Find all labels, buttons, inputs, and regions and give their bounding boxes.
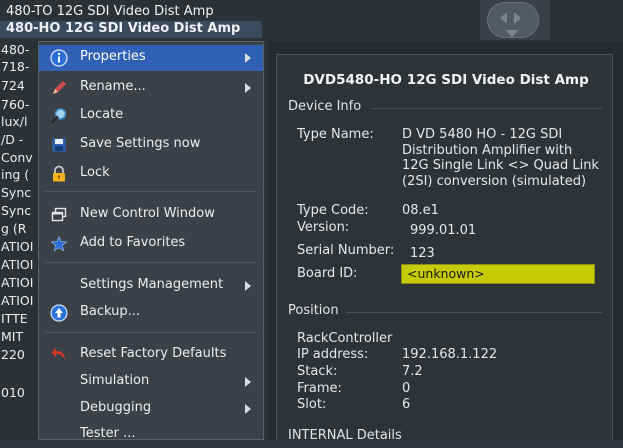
tree-row-stub[interactable]: 010 (1, 384, 37, 401)
submenu-arrow-icon (245, 377, 251, 387)
tree-row-stub[interactable]: 718- (1, 58, 37, 75)
tree-row-selected[interactable]: 480-HO 12G SDI Video Dist Amp (0, 21, 262, 38)
ip-address-label: IP address: (297, 347, 369, 362)
type-name-value: D VD 5480 HO - 12G SDI Distribution Ampl… (402, 127, 599, 189)
tree-row-stub[interactable]: ATIOI (1, 292, 37, 309)
tree-row-stub[interactable]: lux/l (1, 113, 37, 130)
submenu-arrow-icon (245, 53, 251, 63)
submenu-arrow-icon (245, 83, 251, 93)
menu-item-label: Simulation (80, 373, 150, 388)
position-header: Position (288, 303, 339, 318)
menu-item-label: New Control Window (80, 206, 215, 221)
controller-label: RackController (297, 331, 393, 346)
type-code-label: Type Code: (297, 203, 369, 218)
frame-value: 0 (402, 381, 411, 396)
menu-item-label: Backup... (80, 304, 141, 319)
type-code-value: 08.e1 (402, 203, 439, 218)
tree-row-stub[interactable]: ing ( (1, 166, 37, 183)
menu-item-add-to-favorites[interactable]: Add to Favorites (39, 231, 263, 257)
menu-item-rename[interactable]: Rename... (39, 75, 263, 101)
context-menu: Properties Rename... Locate Save Setting… (38, 41, 264, 441)
menu-item-settings-management[interactable]: Settings Management (39, 273, 263, 299)
menu-item-label: Reset Factory Defaults (80, 346, 227, 361)
panel-title: DVD5480-HO 12G SDI Video Dist Amp (303, 72, 589, 88)
stack-value: 7.2 (402, 364, 423, 379)
section-divider (372, 108, 602, 109)
nav-left-icon[interactable] (500, 12, 507, 24)
nav-down-icon[interactable] (505, 30, 519, 37)
frame-label: Frame: (297, 381, 342, 396)
type-name-label: Type Name: (297, 127, 374, 142)
board-id-label: Board ID: (297, 266, 358, 281)
slot-label: Slot: (297, 397, 327, 412)
star-icon (50, 235, 68, 252)
menu-separator (45, 332, 257, 333)
info-icon (50, 49, 68, 67)
menu-item-label: Debugging (80, 400, 152, 415)
section-divider (346, 312, 602, 313)
tree-row-stub[interactable]: g (R (1, 220, 37, 237)
tree-row-stub[interactable]: Sync (1, 184, 37, 201)
tree-row-stub[interactable]: 760- (1, 96, 37, 113)
menu-item-debugging[interactable]: Debugging (39, 396, 263, 422)
menu-item-label: Settings Management (80, 277, 224, 292)
padlock-icon (53, 165, 65, 182)
tree-row-stub[interactable]: Conv (1, 149, 37, 166)
menu-item-new-control-window[interactable]: New Control Window (39, 202, 263, 228)
stack-label: Stack: (297, 364, 338, 379)
menu-separator (45, 191, 257, 192)
reset-arrow-icon (51, 348, 65, 360)
menu-item-reset-factory-defaults[interactable]: Reset Factory Defaults (39, 342, 263, 368)
menu-item-tester[interactable]: Tester ... (39, 422, 263, 448)
tree-row-stub[interactable]: MIT (1, 328, 37, 345)
menu-item-label: Add to Favorites (80, 235, 186, 250)
tree-row-stub[interactable]: /D - (1, 131, 37, 148)
serial-number-label: Serial Number: (297, 243, 395, 258)
tree-row-stub[interactable]: 480- (1, 41, 37, 58)
tree-row-stub[interactable]: ITTE (1, 310, 37, 327)
internal-details-header: INTERNAL Details (288, 428, 402, 443)
backup-icon (50, 304, 68, 322)
tree-row-stub[interactable]: 220 (1, 346, 37, 363)
tree-row-stub[interactable]: 724 (1, 77, 37, 94)
version-value: 999.01.01 (410, 223, 477, 238)
tree-row-stub[interactable]: ATIOI (1, 256, 37, 273)
tree-row-stub[interactable]: ATIOI (1, 274, 37, 291)
menu-item-label: Save Settings now (80, 136, 201, 151)
menu-item-lock[interactable]: Lock (39, 161, 263, 187)
menu-separator (45, 262, 257, 263)
menu-item-locate[interactable]: Locate (39, 103, 263, 129)
menu-item-save-settings[interactable]: Save Settings now (39, 132, 263, 158)
menu-item-backup[interactable]: Backup... (39, 300, 263, 326)
tree-row-stub[interactable]: ATIOI (1, 238, 37, 255)
serial-number-value: 123 (410, 246, 435, 261)
nav-right-icon[interactable] (514, 12, 521, 24)
menu-item-label: Properties (80, 49, 146, 64)
board-id-value: <unknown> (407, 266, 485, 281)
menu-item-label: Rename... (80, 79, 146, 94)
menu-item-label: Tester ... (80, 426, 136, 441)
menu-item-properties[interactable]: Properties (39, 45, 263, 71)
submenu-arrow-icon (245, 404, 251, 414)
menu-item-label: Lock (80, 165, 110, 180)
pencil-icon (53, 81, 66, 94)
new-window-icon (51, 207, 67, 222)
menu-item-label: Locate (80, 107, 124, 122)
floppy-disk-icon (52, 138, 66, 152)
menu-item-simulation[interactable]: Simulation (39, 369, 263, 395)
tree-row[interactable]: 480-TO 12G SDI Video Dist Amp (6, 4, 214, 19)
ip-address-value: 192.168.1.122 (402, 347, 498, 362)
slot-value: 6 (402, 397, 411, 412)
submenu-arrow-icon (245, 281, 251, 291)
tree-row-stub[interactable]: Sync (1, 202, 37, 219)
device-info-header: Device Info (288, 99, 362, 114)
version-label: Version: (297, 220, 350, 235)
magnifier-icon (51, 108, 67, 124)
